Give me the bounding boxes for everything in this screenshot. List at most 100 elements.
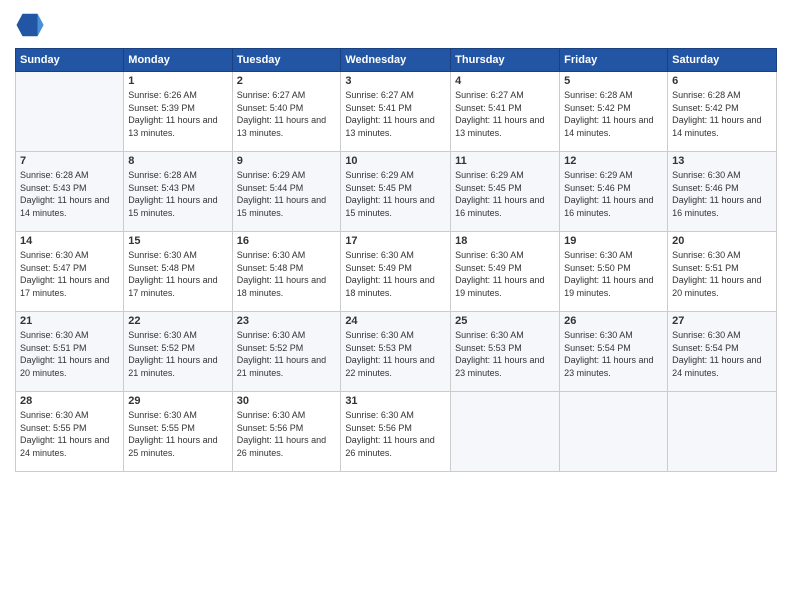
day-info: Sunrise: 6:30 AMSunset: 5:46 PMDaylight:…: [672, 169, 772, 219]
day-number: 1: [128, 75, 227, 87]
calendar-cell: 11Sunrise: 6:29 AMSunset: 5:45 PMDayligh…: [451, 152, 560, 232]
calendar-week-3: 14 Sunrise: 6:30 AMSunset: 5:47 PMDayligh…: [16, 232, 777, 312]
day-number: 26: [564, 315, 663, 327]
calendar-cell: 7Sunrise: 6:28 AMSunset: 5:43 PMDaylight…: [16, 152, 124, 232]
day-info: Sunrise: 6:30 AMSunset: 5:55 PMDaylight:…: [20, 409, 119, 459]
calendar-cell: 10 Sunrise: 6:29 AMSunset: 5:45 PMDayligh…: [341, 152, 451, 232]
weekday-header-friday: Friday: [560, 49, 668, 72]
day-number: 24: [345, 315, 446, 327]
day-number: 28: [20, 395, 119, 407]
day-number: 3: [345, 75, 446, 87]
calendar-cell: 21 Sunrise: 6:30 AMSunset: 5:51 PMDayligh…: [16, 312, 124, 392]
day-number: 17: [345, 235, 446, 247]
calendar-cell: 4 Sunrise: 6:27 AMSunset: 5:41 PMDaylight…: [451, 72, 560, 152]
calendar-cell: 5 Sunrise: 6:28 AMSunset: 5:42 PMDaylight…: [560, 72, 668, 152]
weekday-header-wednesday: Wednesday: [341, 49, 451, 72]
calendar-cell: 18 Sunrise: 6:30 AMSunset: 5:49 PMDayligh…: [451, 232, 560, 312]
day-number: 16: [237, 235, 337, 247]
weekday-header-sunday: Sunday: [16, 49, 124, 72]
day-info: Sunrise: 6:30 AMSunset: 5:55 PMDaylight:…: [128, 409, 227, 459]
calendar-cell: 9Sunrise: 6:29 AMSunset: 5:44 PMDaylight…: [232, 152, 341, 232]
day-number: 6: [672, 75, 772, 87]
day-number: 14: [20, 235, 119, 247]
calendar-cell: 30Sunrise: 6:30 AMSunset: 5:56 PMDayligh…: [232, 392, 341, 472]
calendar-cell: 13 Sunrise: 6:30 AMSunset: 5:46 PMDayligh…: [668, 152, 777, 232]
day-info: Sunrise: 6:30 AMSunset: 5:49 PMDaylight:…: [455, 249, 555, 299]
day-number: 2: [237, 75, 337, 87]
day-info: Sunrise: 6:30 AMSunset: 5:51 PMDaylight:…: [672, 249, 772, 299]
calendar-cell: 1Sunrise: 6:26 AMSunset: 5:39 PMDaylight…: [124, 72, 232, 152]
day-info: Sunrise: 6:30 AMSunset: 5:50 PMDaylight:…: [564, 249, 663, 299]
day-info: Sunrise: 6:27 AMSunset: 5:40 PMDaylight:…: [237, 89, 337, 139]
weekday-header-saturday: Saturday: [668, 49, 777, 72]
calendar-cell: 15 Sunrise: 6:30 AMSunset: 5:48 PMDayligh…: [124, 232, 232, 312]
page: SundayMondayTuesdayWednesdayThursdayFrid…: [0, 0, 792, 612]
weekday-header-tuesday: Tuesday: [232, 49, 341, 72]
day-info: Sunrise: 6:29 AMSunset: 5:45 PMDaylight:…: [455, 169, 555, 219]
day-info: Sunrise: 6:30 AMSunset: 5:52 PMDaylight:…: [237, 329, 337, 379]
day-number: 15: [128, 235, 227, 247]
calendar-cell: 8 Sunrise: 6:28 AMSunset: 5:43 PMDaylight…: [124, 152, 232, 232]
day-info: Sunrise: 6:30 AMSunset: 5:56 PMDaylight:…: [237, 409, 337, 459]
calendar-cell: 20 Sunrise: 6:30 AMSunset: 5:51 PMDayligh…: [668, 232, 777, 312]
calendar-cell: 27Sunrise: 6:30 AMSunset: 5:54 PMDayligh…: [668, 312, 777, 392]
calendar-cell: 6Sunrise: 6:28 AMSunset: 5:42 PMDaylight…: [668, 72, 777, 152]
calendar-cell: 31 Sunrise: 6:30 AMSunset: 5:56 PMDayligh…: [341, 392, 451, 472]
day-number: 8: [128, 155, 227, 167]
day-info: Sunrise: 6:30 AMSunset: 5:51 PMDaylight:…: [20, 329, 119, 379]
day-number: 18: [455, 235, 555, 247]
day-info: Sunrise: 6:30 AMSunset: 5:53 PMDaylight:…: [345, 329, 446, 379]
weekday-header-row: SundayMondayTuesdayWednesdayThursdayFrid…: [16, 49, 777, 72]
calendar-cell: 19 Sunrise: 6:30 AMSunset: 5:50 PMDayligh…: [560, 232, 668, 312]
calendar-week-1: 1Sunrise: 6:26 AMSunset: 5:39 PMDaylight…: [16, 72, 777, 152]
day-number: 13: [672, 155, 772, 167]
day-info: Sunrise: 6:30 AMSunset: 5:54 PMDaylight:…: [564, 329, 663, 379]
day-info: Sunrise: 6:30 AMSunset: 5:47 PMDaylight:…: [20, 249, 119, 299]
day-info: Sunrise: 6:30 AMSunset: 5:54 PMDaylight:…: [672, 329, 772, 379]
calendar-week-4: 21 Sunrise: 6:30 AMSunset: 5:51 PMDayligh…: [16, 312, 777, 392]
day-number: 22: [128, 315, 227, 327]
day-info: Sunrise: 6:28 AMSunset: 5:43 PMDaylight:…: [128, 169, 227, 219]
day-info: Sunrise: 6:30 AMSunset: 5:52 PMDaylight:…: [128, 329, 227, 379]
calendar-cell: 12Sunrise: 6:29 AMSunset: 5:46 PMDayligh…: [560, 152, 668, 232]
weekday-header-monday: Monday: [124, 49, 232, 72]
day-number: 21: [20, 315, 119, 327]
day-info: Sunrise: 6:30 AMSunset: 5:49 PMDaylight:…: [345, 249, 446, 299]
calendar-cell: 24 Sunrise: 6:30 AMSunset: 5:53 PMDayligh…: [341, 312, 451, 392]
calendar-cell: 3 Sunrise: 6:27 AMSunset: 5:41 PMDaylight…: [341, 72, 451, 152]
calendar-cell: 28 Sunrise: 6:30 AMSunset: 5:55 PMDayligh…: [16, 392, 124, 472]
day-info: Sunrise: 6:28 AMSunset: 5:43 PMDaylight:…: [20, 169, 119, 219]
day-number: 20: [672, 235, 772, 247]
day-info: Sunrise: 6:30 AMSunset: 5:56 PMDaylight:…: [345, 409, 446, 459]
calendar-table: SundayMondayTuesdayWednesdayThursdayFrid…: [15, 48, 777, 472]
day-info: Sunrise: 6:27 AMSunset: 5:41 PMDaylight:…: [345, 89, 446, 139]
header: [15, 10, 777, 40]
logo: [15, 10, 49, 40]
day-number: 23: [237, 315, 337, 327]
day-number: 4: [455, 75, 555, 87]
day-info: Sunrise: 6:30 AMSunset: 5:48 PMDaylight:…: [237, 249, 337, 299]
day-info: Sunrise: 6:27 AMSunset: 5:41 PMDaylight:…: [455, 89, 555, 139]
day-number: 31: [345, 395, 446, 407]
calendar-cell: 23 Sunrise: 6:30 AMSunset: 5:52 PMDayligh…: [232, 312, 341, 392]
day-number: 25: [455, 315, 555, 327]
day-number: 5: [564, 75, 663, 87]
calendar-cell: 25Sunrise: 6:30 AMSunset: 5:53 PMDayligh…: [451, 312, 560, 392]
calendar-cell: 16 Sunrise: 6:30 AMSunset: 5:48 PMDayligh…: [232, 232, 341, 312]
calendar-cell: 22 Sunrise: 6:30 AMSunset: 5:52 PMDayligh…: [124, 312, 232, 392]
calendar-cell: 17 Sunrise: 6:30 AMSunset: 5:49 PMDayligh…: [341, 232, 451, 312]
day-info: Sunrise: 6:28 AMSunset: 5:42 PMDaylight:…: [564, 89, 663, 139]
day-info: Sunrise: 6:29 AMSunset: 5:46 PMDaylight:…: [564, 169, 663, 219]
calendar-cell: [16, 72, 124, 152]
calendar-cell: 14 Sunrise: 6:30 AMSunset: 5:47 PMDayligh…: [16, 232, 124, 312]
calendar-cell: [451, 392, 560, 472]
day-number: 19: [564, 235, 663, 247]
day-info: Sunrise: 6:30 AMSunset: 5:48 PMDaylight:…: [128, 249, 227, 299]
day-info: Sunrise: 6:29 AMSunset: 5:45 PMDaylight:…: [345, 169, 446, 219]
day-number: 10: [345, 155, 446, 167]
day-number: 29: [128, 395, 227, 407]
calendar-cell: [668, 392, 777, 472]
logo-icon: [15, 10, 45, 40]
weekday-header-thursday: Thursday: [451, 49, 560, 72]
calendar-week-2: 7Sunrise: 6:28 AMSunset: 5:43 PMDaylight…: [16, 152, 777, 232]
